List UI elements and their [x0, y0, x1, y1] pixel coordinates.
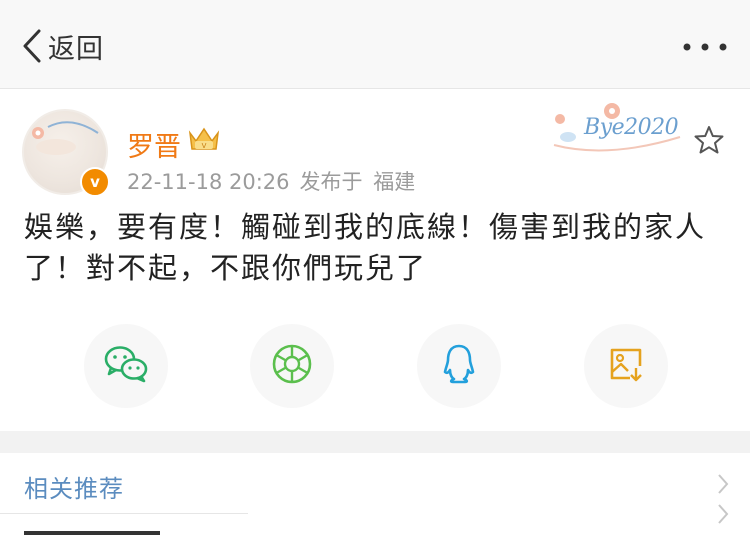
share-qq-button[interactable]: [417, 324, 501, 408]
more-options-button[interactable]: [682, 34, 728, 60]
related-item-indicator: [24, 531, 160, 535]
share-moments-button[interactable]: [250, 324, 334, 408]
card-decoration: Bye2020: [548, 97, 688, 167]
top-nav-bar: 返回: [0, 0, 750, 89]
username[interactable]: 罗晋: [127, 125, 181, 164]
qq-icon: [441, 343, 477, 389]
verified-badge: v: [80, 167, 110, 197]
chevron-left-icon: [22, 28, 42, 64]
post-time: 22-11-18 20:26: [127, 170, 290, 194]
wechat-icon: [103, 344, 149, 388]
back-label: 返回: [48, 33, 104, 65]
share-row: [0, 324, 750, 408]
vip-crown-icon: V: [186, 123, 222, 159]
favorite-button[interactable]: [694, 125, 724, 159]
more-dots-icon: [682, 43, 728, 64]
post-source-prefix: 发布于: [299, 170, 363, 194]
related-title[interactable]: 相关推荐: [24, 469, 124, 504]
post-text: 娛樂，要有度！觸碰到我的底線！傷害到我的家人了！對不起，不跟你們玩兒了: [24, 210, 707, 285]
moments-icon: [271, 343, 313, 389]
chevron-right-icon[interactable]: [716, 473, 730, 499]
star-icon: [694, 126, 724, 159]
card-decoration-text: Bye2020: [584, 115, 679, 140]
weibo-post: v 罗晋 V 22-11-18 20:26 发布于 福建 Bye2020 娛樂，要…: [0, 89, 750, 431]
chevron-right-icon[interactable]: [716, 503, 730, 529]
divider: [0, 513, 248, 514]
post-meta: 22-11-18 20:26 发布于 福建: [127, 166, 425, 196]
share-wechat-button[interactable]: [84, 324, 168, 408]
post-location: 福建: [373, 170, 416, 194]
save-image-icon: [606, 344, 646, 388]
related-section: 相关推荐: [0, 453, 750, 535]
back-button[interactable]: 返回: [22, 26, 104, 66]
section-divider: [0, 431, 750, 453]
save-image-button[interactable]: [584, 324, 668, 408]
svg-text:V: V: [202, 142, 207, 150]
avatar[interactable]: v: [22, 109, 110, 197]
